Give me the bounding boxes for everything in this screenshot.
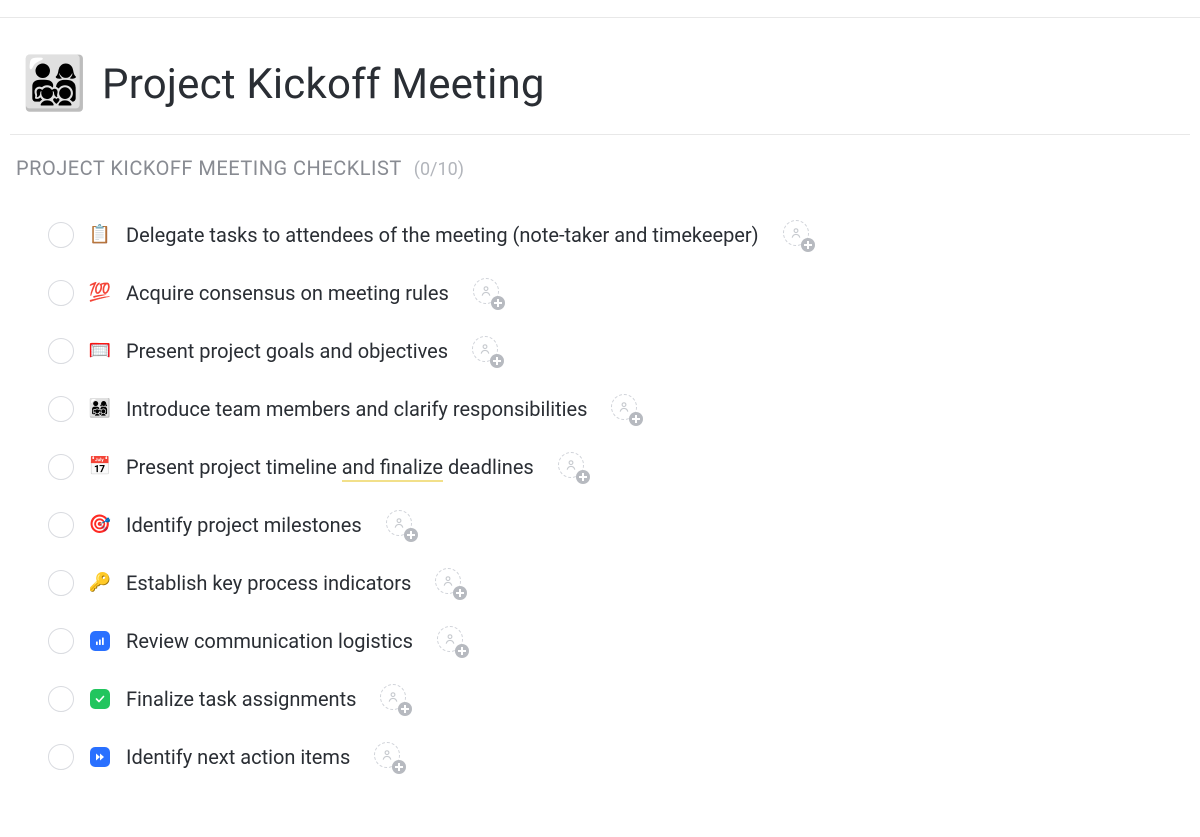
checklist-item[interactable]: Review communication logistics — [0, 612, 1200, 670]
page-header: 👨‍👩‍👧‍👦 Project Kickoff Meeting — [10, 44, 1190, 135]
item-text: Delegate tasks to attendees of the meeti… — [126, 223, 759, 247]
item-text: Acquire consensus on meeting rules — [126, 281, 449, 305]
checklist-item[interactable]: 👨‍👩‍👧‍👦 Introduce team members and clarif… — [0, 380, 1200, 438]
check-square-icon — [88, 689, 112, 709]
item-text: Present project timeline and finalize de… — [126, 455, 534, 479]
checklist-item[interactable]: Identify next action items — [0, 728, 1200, 786]
checklist-item[interactable]: 🎯 Identify project milestones — [0, 496, 1200, 554]
plus-icon — [490, 354, 504, 368]
item-text: Finalize task assignments — [126, 687, 356, 711]
checkbox[interactable] — [48, 744, 74, 770]
checkbox[interactable] — [48, 512, 74, 538]
checklist-item[interactable]: 🥅 Present project goals and objectives — [0, 322, 1200, 380]
key-icon: 🔑 — [88, 574, 112, 592]
bar-chart-icon — [88, 631, 112, 651]
assignee-add-button[interactable] — [611, 394, 641, 424]
item-text: Review communication logistics — [126, 629, 413, 653]
checklist-item[interactable]: 💯 Acquire consensus on meeting rules — [0, 264, 1200, 322]
assignee-add-button[interactable] — [783, 220, 813, 250]
assignee-add-button[interactable] — [380, 684, 410, 714]
item-text: Establish key process indicators — [126, 571, 411, 595]
plus-icon — [392, 760, 406, 774]
plus-icon — [801, 238, 815, 252]
checkbox[interactable] — [48, 628, 74, 654]
assignee-add-button[interactable] — [558, 452, 588, 482]
plus-icon — [404, 528, 418, 542]
hundred-icon: 💯 — [88, 284, 112, 302]
goal-net-icon: 🥅 — [88, 342, 112, 360]
item-text: Introduce team members and clarify respo… — [126, 397, 587, 421]
assignee-add-button[interactable] — [437, 626, 467, 656]
clipboard-icon: 📋 — [88, 226, 112, 244]
checklist: 📋 Delegate tasks to attendees of the meet… — [0, 206, 1200, 786]
assignee-add-button[interactable] — [386, 510, 416, 540]
checkbox[interactable] — [48, 222, 74, 248]
checklist-item[interactable]: 📅 Present project timeline and finalize d… — [0, 438, 1200, 496]
family-icon: 👨‍👩‍👧‍👦 — [88, 400, 112, 418]
assignee-add-button[interactable] — [473, 278, 503, 308]
assignee-add-button[interactable] — [374, 742, 404, 772]
checklist-item[interactable]: Finalize task assignments — [0, 670, 1200, 728]
item-text: Identify next action items — [126, 745, 350, 769]
checkbox[interactable] — [48, 686, 74, 712]
assignee-add-button[interactable] — [435, 568, 465, 598]
item-text: Present project goals and objectives — [126, 339, 448, 363]
target-icon: 🎯 — [88, 516, 112, 534]
plus-icon — [455, 644, 469, 658]
checkbox[interactable] — [48, 570, 74, 596]
next-track-icon — [88, 747, 112, 767]
checkbox[interactable] — [48, 396, 74, 422]
item-text: Identify project milestones — [126, 513, 362, 537]
checklist-item[interactable]: 🔑 Establish key process indicators — [0, 554, 1200, 612]
checklist-item[interactable]: 📋 Delegate tasks to attendees of the meet… — [0, 206, 1200, 264]
calendar-icon: 📅 — [88, 458, 112, 476]
plus-icon — [398, 702, 412, 716]
plus-icon — [491, 296, 505, 310]
section-count: (0/10) — [414, 159, 464, 180]
checklist-section-header: PROJECT KICKOFF MEETING CHECKLIST (0/10) — [16, 156, 464, 180]
page-title: Project Kickoff Meeting — [102, 60, 545, 109]
assignee-add-button[interactable] — [472, 336, 502, 366]
checkbox[interactable] — [48, 338, 74, 364]
plus-icon — [453, 586, 467, 600]
section-title: PROJECT KICKOFF MEETING CHECKLIST — [16, 156, 402, 180]
plus-icon — [629, 412, 643, 426]
family-icon: 👨‍👩‍👧‍👦 — [22, 58, 84, 110]
checkbox[interactable] — [48, 454, 74, 480]
checkbox[interactable] — [48, 280, 74, 306]
plus-icon — [576, 470, 590, 484]
